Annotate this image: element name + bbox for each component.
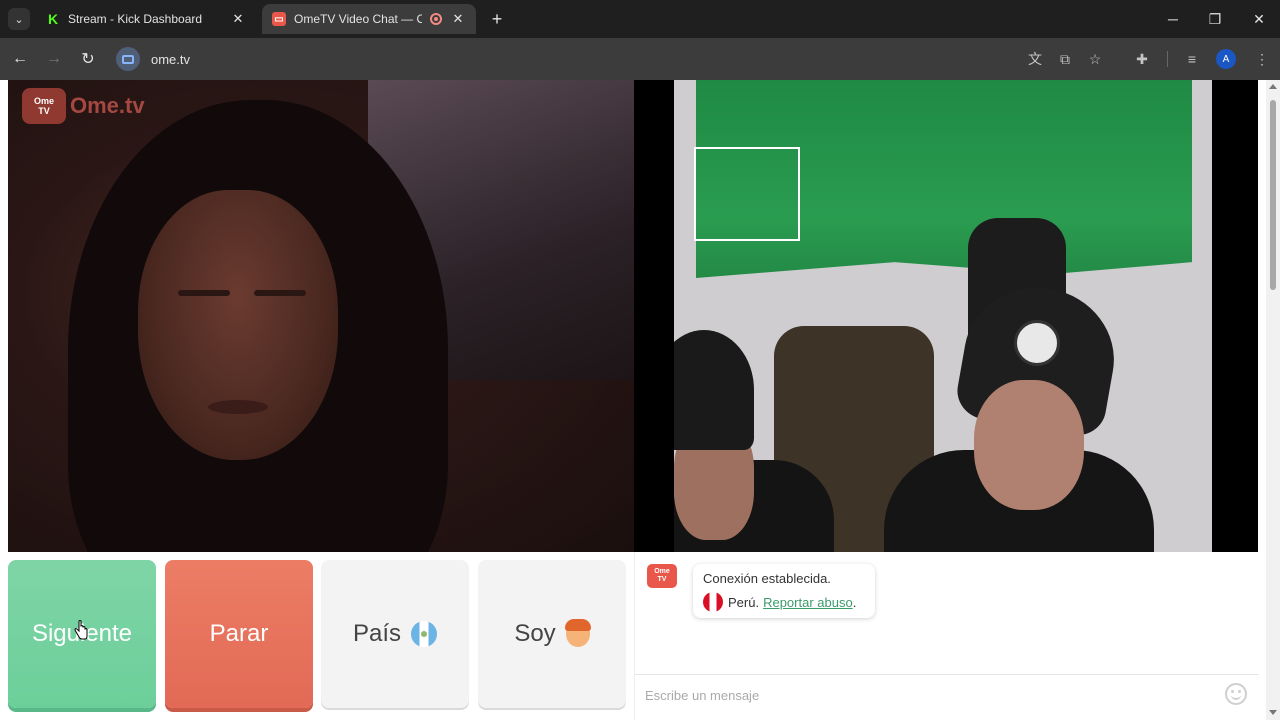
close-tab-icon[interactable]: ✕: [230, 11, 246, 27]
emoji-smiley-icon[interactable]: [1225, 683, 1247, 705]
stop-button-label: Parar: [209, 620, 269, 647]
back-arrow-icon[interactable]: ←: [9, 48, 31, 70]
recording-indicator-icon: [430, 13, 442, 25]
page-scrollbar[interactable]: [1266, 80, 1280, 720]
chat-panel: Ome TV Conexión establecida. Perú. Repor…: [634, 552, 1259, 720]
guatemala-flag-icon: [411, 621, 438, 647]
close-tab-icon[interactable]: ✕: [450, 11, 466, 27]
ometv-logo-icon: ▭: [272, 12, 286, 26]
tab-title: OmeTV Video Chat — Ome: [294, 12, 422, 26]
tab-kick-dashboard[interactable]: K Stream - Kick Dashboard ✕: [36, 4, 256, 34]
country-filter-button[interactable]: País: [321, 560, 469, 708]
peru-flag-icon: [703, 592, 723, 612]
scroll-down-arrow-icon[interactable]: [1269, 710, 1277, 715]
toolbar-divider: [1167, 51, 1168, 67]
stranger-video: Ome TV Ome.tv: [8, 80, 634, 552]
forward-arrow-icon[interactable]: →: [43, 48, 65, 70]
gender-button[interactable]: Soy: [478, 560, 626, 708]
profile-avatar[interactable]: A: [1216, 49, 1236, 69]
reload-icon[interactable]: ↻: [77, 48, 99, 70]
partner-country-line: Perú. Reportar abuso.: [703, 592, 865, 612]
system-message: Conexión establecida. Perú. Reportar abu…: [693, 564, 875, 618]
chat-composer: [635, 674, 1259, 720]
video-divider: [634, 80, 674, 552]
extensions-puzzle-icon[interactable]: ✚: [1131, 48, 1153, 70]
tab-title: Stream - Kick Dashboard: [68, 12, 203, 26]
install-app-icon[interactable]: ⧉: [1054, 48, 1076, 70]
new-tab-plus-icon[interactable]: +: [486, 8, 508, 30]
connection-status-text: Conexión establecida.: [703, 571, 831, 586]
tab-search-chevron-icon[interactable]: ⌄: [8, 8, 30, 30]
browser-toolbar: ← → ↻ ome.tv 文 ⧉ ☆ ✚ ≡ A ⋮: [0, 38, 1280, 80]
ometv-tv-icon: Ome TV: [22, 88, 66, 124]
url-text[interactable]: ome.tv: [151, 52, 190, 67]
partner-country-text: Perú.: [728, 594, 760, 610]
bookmark-star-icon[interactable]: ☆: [1084, 48, 1106, 70]
face-frame-overlay: [694, 147, 800, 241]
minimize-icon[interactable]: ─: [1162, 8, 1184, 30]
chat-message-input[interactable]: [645, 683, 1205, 707]
close-window-icon[interactable]: ✕: [1248, 8, 1270, 30]
media-control-icon[interactable]: ≡: [1181, 48, 1203, 70]
logo-text: Ome.tv: [70, 93, 145, 118]
ometv-logo: Ome TV Ome.tv: [22, 88, 145, 124]
restore-window-icon[interactable]: ❐: [1204, 8, 1226, 30]
tab-ometv[interactable]: ▭ OmeTV Video Chat — Ome ✕: [262, 4, 476, 34]
browser-tab-bar: ⌄ K Stream - Kick Dashboard ✕ ▭ OmeTV Vi…: [0, 0, 1280, 38]
stop-button[interactable]: Parar: [165, 560, 313, 708]
gender-button-label: Soy: [514, 620, 556, 647]
ometv-page: Ome TV Ome.tv Siguiente Parar País: [0, 80, 1280, 720]
video-side-panel: [1212, 80, 1258, 552]
site-camera-icon[interactable]: [116, 47, 140, 71]
more-menu-icon[interactable]: ⋮: [1251, 48, 1273, 70]
report-abuse-link[interactable]: Reportar abuso: [763, 595, 853, 610]
scroll-up-arrow-icon[interactable]: [1269, 84, 1277, 89]
report-suffix: .: [852, 594, 857, 610]
boy-face-icon: [564, 619, 591, 647]
translate-icon[interactable]: 文: [1024, 48, 1046, 70]
ometv-avatar-icon: Ome TV: [647, 564, 677, 588]
kick-logo-icon: K: [46, 11, 60, 27]
address-bar[interactable]: ome.tv: [112, 43, 1112, 75]
scroll-thumb[interactable]: [1270, 100, 1276, 290]
hand-cursor-icon: [74, 620, 88, 640]
country-button-label: País: [352, 620, 402, 647]
